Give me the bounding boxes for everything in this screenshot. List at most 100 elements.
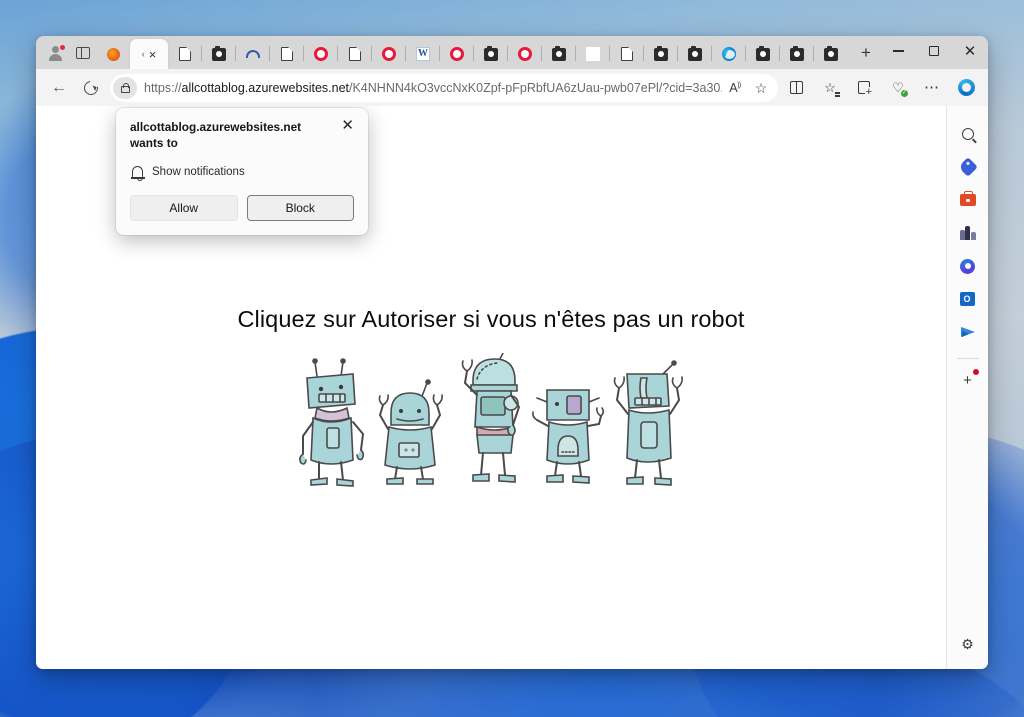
profile-avatar-icon [48,43,66,61]
desktop: ‹ × W + ✕ ← https://allcottablog.azurewe… [0,0,1024,717]
lock-icon [120,82,130,93]
tab[interactable] [609,40,644,68]
sidebar-divider [956,358,979,359]
add-sidebar-icon: + [963,371,972,389]
tab[interactable] [575,40,610,68]
sidebar-item-telegram[interactable] [953,317,983,347]
vertical-tabs-button[interactable] [70,39,96,67]
sidebar-item-games[interactable] [953,218,983,248]
flame-icon [106,47,120,61]
tab[interactable] [337,40,372,68]
tab-overflow-caret: ‹ [141,49,145,59]
profile-avatar[interactable] [40,39,70,67]
url-path: /K4NHNN4kO3vccNxK0Zpf-pFpRbfUA6zUau-pwb0… [349,80,722,95]
tab[interactable] [235,40,270,68]
tab[interactable] [96,40,130,68]
tab[interactable] [677,40,712,68]
tab[interactable] [507,40,542,68]
tools-icon [959,190,976,206]
paper-plane-icon [960,327,975,337]
new-tab-button[interactable]: + [852,39,880,67]
tab[interactable] [473,40,508,68]
tab[interactable] [439,40,474,68]
copilot-button[interactable] [950,74,982,102]
document-icon [621,47,633,61]
close-icon: ✕ [963,42,977,60]
tab-close-button[interactable]: × [149,48,157,61]
tab[interactable] [371,40,406,68]
minimize-button[interactable] [880,36,916,66]
sidebar-settings-button[interactable]: ⚙ [953,629,983,659]
read-aloud-icon: A)) [729,80,741,95]
robots-illustration [36,353,946,488]
browser-essentials-button[interactable]: ♡ ✓ [882,74,914,102]
url-text: https://allcottablog.azurewebsites.net/K… [144,81,722,95]
url-domain: allcottablog.azurewebsites.net [181,80,349,95]
sidebar-item-shopping[interactable] [953,152,983,182]
add-sidebar-button[interactable]: + [953,365,983,395]
tab[interactable] [643,40,678,68]
page-content: Cliquez sur Autoriser si vous n'êtes pas… [36,306,946,488]
tab[interactable] [813,40,848,68]
read-aloud-button[interactable]: A)) [722,76,748,100]
settings-and-more-button[interactable]: ⋯ [916,74,948,102]
vertical-tabs-icon [76,46,90,60]
games-icon [959,226,976,240]
block-button[interactable]: Block [246,194,354,221]
tab[interactable] [541,40,576,68]
tab[interactable] [745,40,780,68]
blank-icon [586,47,600,61]
reload-button[interactable] [76,74,106,102]
favorites-button[interactable]: ☆ [814,74,846,102]
sidebar-item-microsoft365[interactable] [953,251,983,281]
reload-icon [81,77,101,98]
edge-sidebar: + ⚙ [946,106,988,669]
tab[interactable] [303,40,338,68]
settings-more-icon: ⋯ [924,79,940,96]
camera-icon [790,45,804,61]
notification-permission-dialog: allcottablog.azurewebsites.net wants to … [116,108,368,235]
sidebar-settings-gear-icon: ⚙ [961,635,974,652]
tab[interactable] [711,40,746,68]
dialog-request-label: Show notifications [152,165,245,178]
dialog-request-row: Show notifications [130,165,354,182]
add-favorite-button[interactable]: ☆ [748,76,774,100]
camera-icon [824,45,838,61]
back-button[interactable]: ← [44,74,74,102]
tab[interactable]: W [405,40,440,68]
document-icon [281,47,293,61]
close-window-button[interactable]: ✕ [952,36,988,66]
maximize-button[interactable] [916,36,952,66]
tab[interactable] [201,40,236,68]
sidebar-item-tools[interactable] [953,185,983,215]
site-information-button[interactable] [113,76,137,99]
robot-figure [461,353,521,483]
browser-body: allcottablog.azurewebsites.net wants to … [36,106,988,669]
bell-icon [130,166,145,182]
allow-button[interactable]: Allow [130,194,238,221]
minimize-icon [892,50,904,52]
sidebar-item-search[interactable] [953,119,983,149]
tab[interactable] [168,40,202,68]
new-tab-label: + [861,43,871,62]
microsoft365-icon [960,258,975,274]
robot-figure [299,358,365,487]
tab[interactable] [779,40,814,68]
word-icon: W [416,47,430,61]
collections-button[interactable] [848,74,880,102]
tab[interactable] [269,40,304,68]
copilot-icon [957,79,975,96]
split-screen-button[interactable] [780,74,812,102]
address-bar[interactable]: https://allcottablog.azurewebsites.net/K… [110,73,778,102]
sidebar-item-outlook[interactable] [953,284,983,314]
dialog-close-button[interactable]: ✕ [341,118,354,133]
dialog-buttons: Allow Block [130,194,354,221]
opera-icon [314,47,328,61]
active-tab[interactable]: ‹ × [130,39,168,69]
tabs-container: ‹ × W [96,36,852,69]
window-controls: ✕ [880,36,988,69]
robot-figure [532,389,605,484]
page-title: Cliquez sur Autoriser si vous n'êtes pas… [237,306,745,332]
outlook-icon [960,292,975,306]
avatar-notification-dot [58,43,66,51]
